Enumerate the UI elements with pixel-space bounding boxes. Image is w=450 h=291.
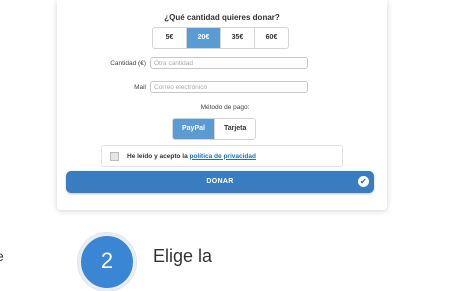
payment-method-selector: PayPal Tarjeta bbox=[172, 118, 257, 140]
amount-option-35[interactable]: 35€ bbox=[220, 28, 254, 48]
privacy-consent: He leído y acepto la política de privaci… bbox=[101, 145, 343, 167]
check-circle-icon: ✔ bbox=[358, 176, 369, 187]
step-number-badge: 2 bbox=[78, 233, 136, 291]
email-field[interactable] bbox=[150, 81, 308, 93]
mail-label: Mail bbox=[134, 84, 146, 91]
amount-label: Cantidad (€) bbox=[110, 60, 146, 67]
privacy-checkbox[interactable] bbox=[110, 151, 119, 161]
amount-question: ¿Qué cantidad quieres donar? bbox=[164, 13, 280, 22]
privacy-policy-link[interactable]: política de privacidad bbox=[190, 153, 256, 160]
amount-option-60[interactable]: 60€ bbox=[254, 28, 288, 48]
card-button[interactable]: Tarjeta bbox=[213, 119, 256, 139]
donate-label: DONAR bbox=[206, 178, 234, 185]
amount-option-20[interactable]: 20€ bbox=[186, 28, 220, 48]
paypal-button[interactable]: PayPal bbox=[173, 119, 214, 139]
donate-button[interactable]: DONAR ✔ bbox=[66, 171, 374, 193]
step-heading: Elige la bbox=[153, 246, 213, 266]
amount-selector: 5€ 20€ 35€ 60€ bbox=[152, 27, 289, 49]
amount-input[interactable] bbox=[150, 57, 308, 69]
amount-option-5[interactable]: 5€ bbox=[153, 28, 186, 48]
cropped-text: e bbox=[0, 248, 4, 264]
privacy-consent-label: He leído y acepto la bbox=[127, 152, 188, 160]
privacy-consent-text: He leído y acepto la política de privaci… bbox=[127, 153, 256, 160]
payment-method-label: Método de pago: bbox=[200, 104, 250, 111]
